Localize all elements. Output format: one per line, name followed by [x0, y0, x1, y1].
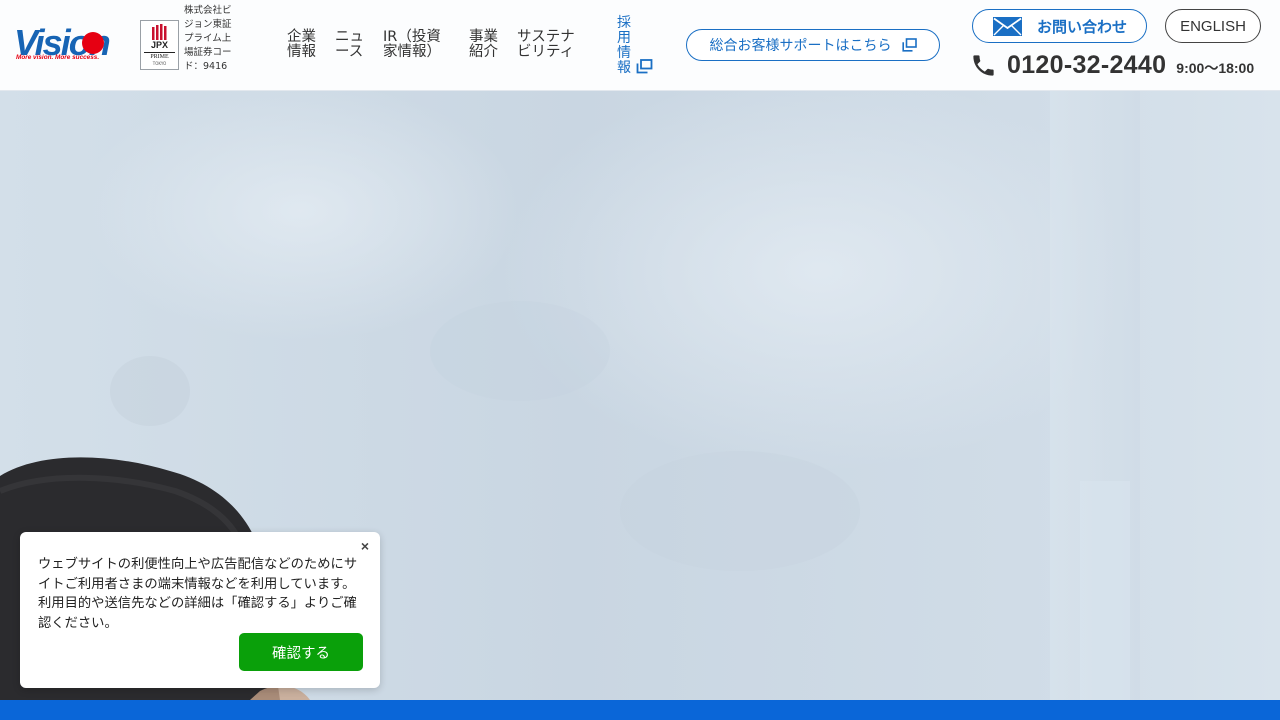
- jpx-label: JPX: [150, 40, 168, 50]
- company-listing-info: 株式会社ビジョン東証プライム上場証券コード：9416: [184, 5, 232, 72]
- cookie-confirm-button[interactable]: 確認する: [239, 633, 363, 671]
- contact-label: お問い合わせ: [1037, 17, 1128, 36]
- phone-contact: 0120-32-2440 9:00〜18:00: [970, 48, 1254, 82]
- nav-sustainability[interactable]: サステナビリティ: [517, 30, 581, 60]
- nav-recruit[interactable]: 採用情報: [617, 16, 657, 76]
- logo-tagline: More vision. More success.: [16, 54, 100, 61]
- nav-corporate-info[interactable]: 企業情報: [287, 30, 319, 60]
- customer-support-label: 総合お客様サポートはこちら: [709, 38, 892, 54]
- jpx-exchange: TOKYO: [152, 61, 167, 66]
- english-site-button[interactable]: ENGLISH: [1165, 9, 1261, 43]
- cookie-consent-banner: × ウェブサイトの利便性向上や広告配信などのためにサイトご利用者さまの端末情報な…: [20, 532, 380, 688]
- jpx-mark-icon: [151, 24, 166, 40]
- phone-hours: 9:00〜18:00: [1176, 60, 1255, 76]
- mail-icon: [993, 16, 1022, 36]
- bottom-accent-bar: [0, 700, 1280, 720]
- customer-support-button[interactable]: 総合お客様サポートはこちら: [686, 29, 940, 61]
- external-link-icon: [901, 38, 917, 52]
- nav-investor-relations[interactable]: IR（投資家情報）: [383, 30, 455, 60]
- phone-number[interactable]: 0120-32-2440: [1007, 51, 1166, 80]
- site-header: Vision More vision. More success. JPX PR…: [0, 0, 1280, 91]
- cookie-message: ウェブサイトの利便性向上や広告配信などのためにサイトご利用者さまの端末情報などを…: [38, 557, 358, 631]
- vision-logo[interactable]: Vision More vision. More success.: [14, 24, 132, 68]
- nav-news[interactable]: ニュース: [335, 30, 367, 60]
- jpx-market: PRIME: [144, 52, 175, 61]
- nav-recruit-label: 採用情報: [617, 15, 631, 76]
- contact-button[interactable]: お問い合わせ: [972, 9, 1147, 43]
- global-nav: 企業情報 ニュース IR（投資家情報） 事業紹介 サステナビリティ: [287, 30, 581, 60]
- external-link-icon: [636, 59, 653, 74]
- phone-icon: [973, 54, 994, 76]
- nav-business[interactable]: 事業紹介: [469, 30, 501, 60]
- jpx-prime-badge: JPX PRIME TOKYO: [140, 20, 179, 70]
- close-icon[interactable]: ×: [356, 536, 374, 556]
- logo-red-dot: [82, 32, 104, 54]
